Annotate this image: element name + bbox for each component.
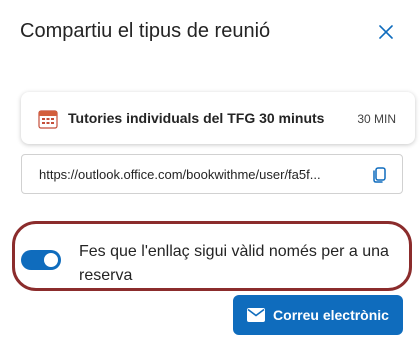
booking-link-field[interactable]: https://outlook.office.com/bookwithme/us… [21, 154, 403, 194]
copy-link-button[interactable] [370, 165, 390, 185]
toggle-knob [44, 253, 58, 267]
single-use-toggle-label: Fes que l'enllaç sigui vàlid només per a… [79, 243, 389, 284]
close-icon [379, 25, 393, 39]
calendar-icon [38, 110, 58, 129]
meeting-duration: 30 MIN [357, 112, 396, 126]
mail-icon [247, 308, 266, 322]
email-button[interactable]: Correu electrònic [233, 295, 403, 335]
copy-icon [373, 167, 386, 183]
email-button-label: Correu electrònic [273, 307, 389, 323]
close-button[interactable] [376, 22, 396, 42]
single-use-toggle[interactable] [21, 250, 61, 270]
booking-link-url: https://outlook.office.com/bookwithme/us… [39, 167, 321, 182]
dialog-title: Compartiu el tipus de reunió [20, 20, 271, 42]
meeting-type-name: Tutories individuals del TFG 30 minuts [68, 110, 325, 126]
meeting-type-card: Tutories individuals del TFG 30 minuts 3… [21, 92, 415, 144]
